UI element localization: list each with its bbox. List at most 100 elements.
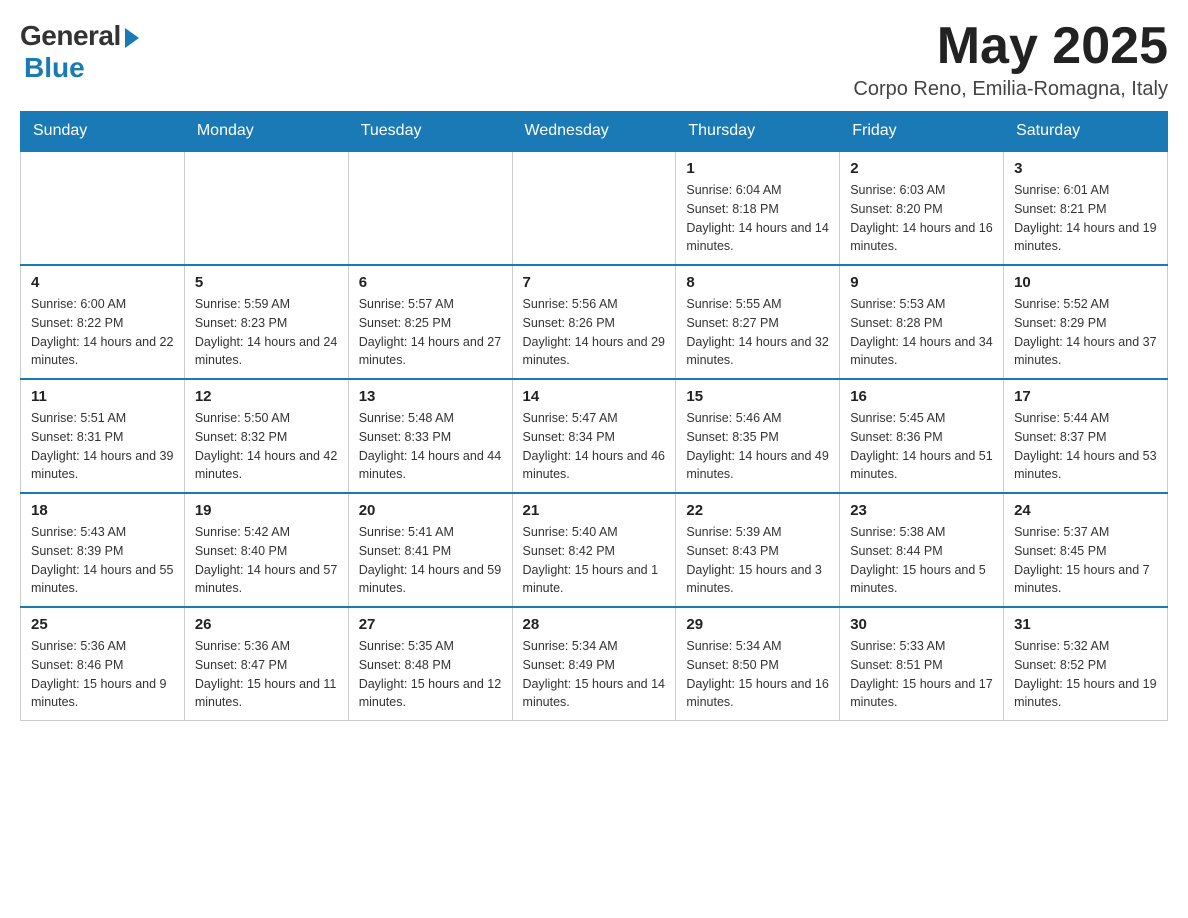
- day-number: 26: [195, 616, 338, 633]
- day-number: 11: [31, 388, 174, 405]
- day-number: 15: [686, 388, 829, 405]
- calendar-day-cell: 27Sunrise: 5:35 AM Sunset: 8:48 PM Dayli…: [348, 607, 512, 721]
- calendar-day-cell: 8 Sunrise: 5:55 AM Sunset: 8:27 PM Daylig…: [676, 265, 840, 379]
- calendar-day-cell: 10 Sunrise: 5:52 AM Sunset: 8:29 PM Dayli…: [1004, 265, 1168, 379]
- day-info: Sunrise: 5:51 AM Sunset: 8:31 PM Dayligh…: [31, 409, 174, 484]
- day-info: Sunrise: 5:37 AM Sunset: 8:45 PM Dayligh…: [1014, 523, 1157, 598]
- calendar-day-cell: 23 Sunrise: 5:38 AM Sunset: 8:44 PM Dayli…: [840, 493, 1004, 607]
- day-number: 22: [686, 502, 829, 519]
- day-number: 25: [31, 616, 174, 633]
- day-info: Sunrise: 5:47 AM Sunset: 8:34 PM Dayligh…: [523, 409, 666, 484]
- calendar-body: 1 Sunrise: 6:04 AM Sunset: 8:18 PM Daylig…: [21, 151, 1168, 721]
- logo-general-text: General: [20, 20, 121, 52]
- day-info: Sunrise: 5:38 AM Sunset: 8:44 PM Dayligh…: [850, 523, 993, 598]
- day-info: Sunrise: 5:42 AM Sunset: 8:40 PM Dayligh…: [195, 523, 338, 598]
- day-number: 7: [523, 274, 666, 291]
- day-number: 24: [1014, 502, 1157, 519]
- calendar-day-header: Sunday: [21, 112, 185, 152]
- calendar-day-cell: 24 Sunrise: 5:37 AM Sunset: 8:45 PM Dayli…: [1004, 493, 1168, 607]
- day-number: 27: [359, 616, 502, 633]
- day-info: Sunrise: 5:36 AM Sunset: 8:46 PM Dayligh…: [31, 637, 174, 712]
- day-number: 6: [359, 274, 502, 291]
- day-number: 20: [359, 502, 502, 519]
- calendar-day-cell: 31 Sunrise: 5:32 AM Sunset: 8:52 PM Dayli…: [1004, 607, 1168, 721]
- day-info: Sunrise: 5:56 AM Sunset: 8:26 PM Dayligh…: [523, 295, 666, 370]
- day-info: Sunrise: 5:41 AM Sunset: 8:41 PM Dayligh…: [359, 523, 502, 598]
- day-number: 28: [523, 616, 666, 633]
- location-subtitle: Corpo Reno, Emilia-Romagna, Italy: [853, 78, 1168, 101]
- calendar-week-row: 11 Sunrise: 5:51 AM Sunset: 8:31 PM Dayli…: [21, 379, 1168, 493]
- day-info: Sunrise: 5:33 AM Sunset: 8:51 PM Dayligh…: [850, 637, 993, 712]
- day-number: 30: [850, 616, 993, 633]
- day-info: Sunrise: 5:40 AM Sunset: 8:42 PM Dayligh…: [523, 523, 666, 598]
- calendar-day-cell: 26 Sunrise: 5:36 AM Sunset: 8:47 PM Dayli…: [184, 607, 348, 721]
- calendar-day-header: Wednesday: [512, 112, 676, 152]
- day-number: 21: [523, 502, 666, 519]
- day-number: 8: [686, 274, 829, 291]
- day-number: 4: [31, 274, 174, 291]
- calendar-day-cell: 29Sunrise: 5:34 AM Sunset: 8:50 PM Dayli…: [676, 607, 840, 721]
- day-info: Sunrise: 5:50 AM Sunset: 8:32 PM Dayligh…: [195, 409, 338, 484]
- logo-blue-text: Blue: [24, 52, 85, 84]
- day-number: 23: [850, 502, 993, 519]
- calendar-day-header: Thursday: [676, 112, 840, 152]
- month-year-title: May 2025: [853, 20, 1168, 72]
- day-number: 14: [523, 388, 666, 405]
- day-info: Sunrise: 5:57 AM Sunset: 8:25 PM Dayligh…: [359, 295, 502, 370]
- day-info: Sunrise: 6:00 AM Sunset: 8:22 PM Dayligh…: [31, 295, 174, 370]
- calendar-week-row: 25 Sunrise: 5:36 AM Sunset: 8:46 PM Dayli…: [21, 607, 1168, 721]
- calendar-day-cell: 28 Sunrise: 5:34 AM Sunset: 8:49 PM Dayli…: [512, 607, 676, 721]
- calendar-day-cell: 2Sunrise: 6:03 AM Sunset: 8:20 PM Daylig…: [840, 151, 1004, 265]
- day-number: 1: [686, 160, 829, 177]
- day-number: 17: [1014, 388, 1157, 405]
- calendar-day-cell: [21, 151, 185, 265]
- logo-arrow-icon: [125, 28, 139, 48]
- day-info: Sunrise: 6:04 AM Sunset: 8:18 PM Dayligh…: [686, 181, 829, 256]
- day-info: Sunrise: 5:46 AM Sunset: 8:35 PM Dayligh…: [686, 409, 829, 484]
- day-info: Sunrise: 5:52 AM Sunset: 8:29 PM Dayligh…: [1014, 295, 1157, 370]
- calendar-day-cell: 25 Sunrise: 5:36 AM Sunset: 8:46 PM Dayli…: [21, 607, 185, 721]
- calendar-day-cell: 30 Sunrise: 5:33 AM Sunset: 8:51 PM Dayli…: [840, 607, 1004, 721]
- calendar-day-cell: 4 Sunrise: 6:00 AM Sunset: 8:22 PM Daylig…: [21, 265, 185, 379]
- calendar-day-cell: 3Sunrise: 6:01 AM Sunset: 8:21 PM Daylig…: [1004, 151, 1168, 265]
- day-number: 31: [1014, 616, 1157, 633]
- day-number: 16: [850, 388, 993, 405]
- day-info: Sunrise: 5:39 AM Sunset: 8:43 PM Dayligh…: [686, 523, 829, 598]
- calendar-day-cell: 20 Sunrise: 5:41 AM Sunset: 8:41 PM Dayli…: [348, 493, 512, 607]
- title-area: May 2025 Corpo Reno, Emilia-Romagna, Ita…: [853, 20, 1168, 101]
- calendar-day-cell: 22 Sunrise: 5:39 AM Sunset: 8:43 PM Dayli…: [676, 493, 840, 607]
- day-info: Sunrise: 5:55 AM Sunset: 8:27 PM Dayligh…: [686, 295, 829, 370]
- day-number: 12: [195, 388, 338, 405]
- day-info: Sunrise: 5:53 AM Sunset: 8:28 PM Dayligh…: [850, 295, 993, 370]
- calendar-day-cell: 18Sunrise: 5:43 AM Sunset: 8:39 PM Dayli…: [21, 493, 185, 607]
- day-number: 29: [686, 616, 829, 633]
- day-number: 9: [850, 274, 993, 291]
- calendar-day-header: Friday: [840, 112, 1004, 152]
- day-info: Sunrise: 5:34 AM Sunset: 8:49 PM Dayligh…: [523, 637, 666, 712]
- calendar-day-header: Saturday: [1004, 112, 1168, 152]
- calendar-day-cell: 7 Sunrise: 5:56 AM Sunset: 8:26 PM Daylig…: [512, 265, 676, 379]
- calendar-table: SundayMondayTuesdayWednesdayThursdayFrid…: [20, 111, 1168, 721]
- calendar-week-row: 4 Sunrise: 6:00 AM Sunset: 8:22 PM Daylig…: [21, 265, 1168, 379]
- calendar-day-cell: 11 Sunrise: 5:51 AM Sunset: 8:31 PM Dayli…: [21, 379, 185, 493]
- day-info: Sunrise: 6:01 AM Sunset: 8:21 PM Dayligh…: [1014, 181, 1157, 256]
- calendar-day-cell: 1 Sunrise: 6:04 AM Sunset: 8:18 PM Daylig…: [676, 151, 840, 265]
- day-number: 18: [31, 502, 174, 519]
- calendar-day-cell: 6 Sunrise: 5:57 AM Sunset: 8:25 PM Daylig…: [348, 265, 512, 379]
- calendar-day-cell: [184, 151, 348, 265]
- day-number: 5: [195, 274, 338, 291]
- calendar-header-row: SundayMondayTuesdayWednesdayThursdayFrid…: [21, 112, 1168, 152]
- day-number: 13: [359, 388, 502, 405]
- day-number: 10: [1014, 274, 1157, 291]
- calendar-day-cell: [512, 151, 676, 265]
- calendar-day-cell: 16Sunrise: 5:45 AM Sunset: 8:36 PM Dayli…: [840, 379, 1004, 493]
- day-info: Sunrise: 5:32 AM Sunset: 8:52 PM Dayligh…: [1014, 637, 1157, 712]
- calendar-day-cell: 15 Sunrise: 5:46 AM Sunset: 8:35 PM Dayli…: [676, 379, 840, 493]
- calendar-week-row: 18Sunrise: 5:43 AM Sunset: 8:39 PM Dayli…: [21, 493, 1168, 607]
- calendar-day-cell: 21 Sunrise: 5:40 AM Sunset: 8:42 PM Dayli…: [512, 493, 676, 607]
- calendar-day-header: Monday: [184, 112, 348, 152]
- day-info: Sunrise: 5:36 AM Sunset: 8:47 PM Dayligh…: [195, 637, 338, 712]
- calendar-day-cell: 14 Sunrise: 5:47 AM Sunset: 8:34 PM Dayli…: [512, 379, 676, 493]
- day-info: Sunrise: 5:44 AM Sunset: 8:37 PM Dayligh…: [1014, 409, 1157, 484]
- calendar-day-cell: 9 Sunrise: 5:53 AM Sunset: 8:28 PM Daylig…: [840, 265, 1004, 379]
